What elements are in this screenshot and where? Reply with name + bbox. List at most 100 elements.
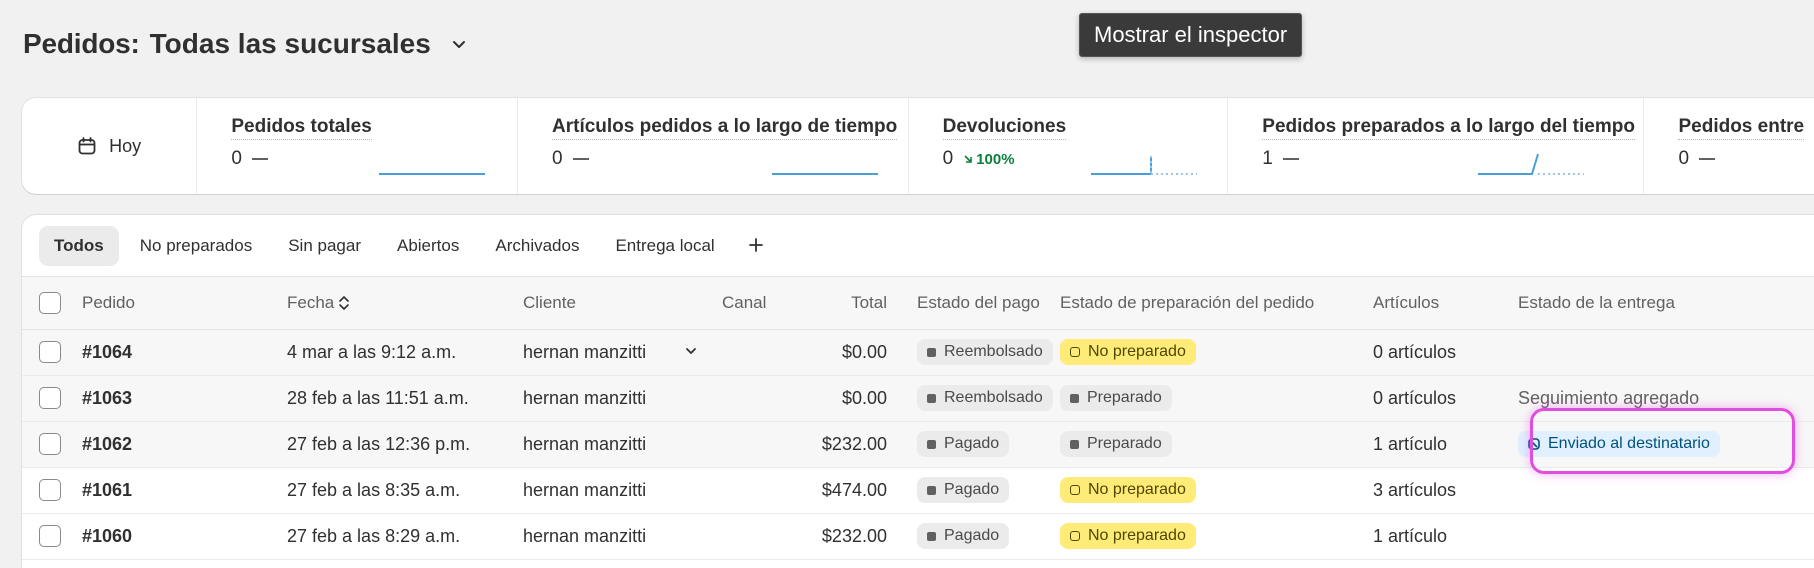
customer-name: hernan manzitti bbox=[523, 513, 722, 560]
metric-delivered-orders[interactable]: Pedidos entre 0 bbox=[1644, 98, 1814, 194]
column-header-delivery: Estado de la entrega bbox=[1518, 277, 1814, 330]
dash-icon bbox=[1282, 158, 1299, 160]
tab-local-delivery[interactable]: Entrega local bbox=[600, 226, 729, 266]
arrow-down-right-icon bbox=[964, 155, 972, 163]
date-range-label: Hoy bbox=[109, 135, 142, 156]
sort-icon bbox=[339, 295, 350, 310]
column-header-fulfillment: Estado de preparación del pedido bbox=[1060, 277, 1373, 330]
delivery-status bbox=[1518, 467, 1814, 514]
row-checkbox[interactable] bbox=[39, 479, 61, 502]
customer-name: hernan manzitti bbox=[523, 467, 722, 514]
payment-status-badge: Reembolsado bbox=[917, 339, 1053, 365]
item-count: 1 artículo bbox=[1373, 421, 1518, 468]
order-number[interactable]: #1063 bbox=[82, 375, 287, 422]
metric-label: Pedidos totales bbox=[231, 116, 372, 140]
order-total: $0.00 bbox=[782, 375, 887, 422]
page-header: Pedidos: Todas las sucursales bbox=[23, 28, 471, 60]
tab-all[interactable]: Todos bbox=[39, 225, 119, 266]
customer-name: hernan manzitti bbox=[523, 375, 722, 422]
payment-status-badge: Pagado bbox=[917, 477, 1010, 503]
metric-returns[interactable]: Devoluciones 0 100% bbox=[909, 98, 1229, 194]
inspector-tooltip: Mostrar el inspector bbox=[1079, 13, 1303, 57]
sparkline bbox=[1090, 156, 1197, 175]
order-total: $232.00 bbox=[782, 513, 887, 560]
orders-page: Pedidos: Todas las sucursales Mostrar el… bbox=[0, 0, 1814, 568]
column-header-total: Total bbox=[782, 277, 887, 330]
fulfillment-status-badge: No preparado bbox=[1060, 477, 1196, 503]
dash-icon bbox=[1699, 158, 1716, 160]
order-number[interactable]: #1061 bbox=[82, 467, 287, 514]
table-row[interactable]: #1064 4 mar a las 9:12 a.m. hernan manzi… bbox=[22, 329, 1814, 376]
order-channel bbox=[722, 375, 782, 422]
tab-open[interactable]: Abiertos bbox=[382, 226, 474, 266]
calendar-icon bbox=[78, 137, 96, 155]
delivery-status bbox=[1518, 329, 1814, 376]
metric-label: Pedidos entre bbox=[1678, 116, 1805, 140]
select-all-checkbox[interactable] bbox=[39, 291, 61, 314]
sparkline bbox=[772, 173, 878, 175]
metric-value: 1 bbox=[1262, 148, 1273, 169]
chevron-down-icon[interactable] bbox=[447, 32, 471, 56]
order-number[interactable]: #1064 bbox=[82, 329, 287, 376]
order-number[interactable]: #1062 bbox=[82, 421, 287, 468]
order-date: 27 feb a las 8:29 a.m. bbox=[287, 513, 523, 560]
metric-fulfilled-orders[interactable]: Pedidos preparados a lo largo del tiempo… bbox=[1228, 98, 1645, 194]
table-row[interactable]: #1062 27 feb a las 12:36 p.m. hernan man… bbox=[22, 421, 1814, 468]
date-range-button[interactable]: Hoy bbox=[22, 98, 198, 194]
order-total: $474.00 bbox=[782, 467, 887, 514]
item-count: 0 artículos bbox=[1373, 375, 1518, 422]
tab-unfulfilled[interactable]: No preparados bbox=[125, 226, 267, 266]
metric-value: 0 bbox=[1678, 148, 1690, 169]
payment-status-badge: Pagado bbox=[917, 523, 1010, 549]
delivery-status-badge: Enviado al destinatario bbox=[1518, 431, 1720, 457]
item-count: 1 artículo bbox=[1373, 513, 1518, 560]
row-checkbox[interactable] bbox=[39, 525, 61, 548]
payment-status-badge: Reembolsado bbox=[917, 385, 1053, 411]
column-header-customer: Cliente bbox=[523, 277, 722, 330]
metric-value: 0 bbox=[942, 148, 954, 169]
fulfillment-status-badge: No preparado bbox=[1060, 339, 1196, 365]
sparkline bbox=[1478, 153, 1585, 175]
page-title: Pedidos: bbox=[23, 28, 140, 59]
delivered-icon bbox=[1528, 438, 1540, 450]
order-total: $232.00 bbox=[782, 421, 887, 468]
view-tabs: Todos No preparados Sin pagar Abiertos A… bbox=[22, 215, 1814, 277]
row-checkbox[interactable] bbox=[39, 341, 61, 364]
delivery-status bbox=[1518, 513, 1814, 560]
dash-icon bbox=[251, 158, 268, 160]
metric-total-orders[interactable]: Pedidos totales 0 bbox=[197, 98, 518, 194]
location-selector-label[interactable]: Todas las sucursales bbox=[150, 28, 431, 60]
dash-icon bbox=[572, 158, 589, 160]
table-row[interactable]: #1060 27 feb a las 8:29 a.m. hernan manz… bbox=[22, 513, 1814, 560]
order-date: 27 feb a las 12:36 p.m. bbox=[287, 421, 523, 468]
row-checkbox[interactable] bbox=[39, 387, 61, 410]
table-row[interactable]: #1061 27 feb a las 8:35 a.m. hernan manz… bbox=[22, 467, 1814, 514]
customer-name: hernan manzitti bbox=[523, 341, 647, 362]
chevron-down-icon[interactable] bbox=[684, 342, 698, 363]
table-row[interactable]: #1063 28 feb a las 11:51 a.m. hernan man… bbox=[22, 375, 1814, 422]
order-channel bbox=[722, 513, 782, 560]
delivery-status: Seguimiento agregado bbox=[1518, 375, 1814, 422]
payment-status-badge: Pagado bbox=[917, 431, 1010, 457]
metric-label: Devoluciones bbox=[942, 116, 1067, 140]
column-header-channel: Canal bbox=[722, 277, 782, 330]
row-checkbox[interactable] bbox=[39, 433, 61, 456]
order-channel bbox=[722, 329, 782, 376]
fulfillment-status-badge: Preparado bbox=[1060, 431, 1172, 457]
add-view-button[interactable] bbox=[736, 228, 776, 264]
item-count: 3 artículos bbox=[1373, 467, 1518, 514]
tab-unpaid[interactable]: Sin pagar bbox=[273, 226, 376, 266]
change-indicator: 100% bbox=[963, 151, 1015, 168]
order-number[interactable]: #1060 bbox=[82, 513, 287, 560]
order-date: 28 feb a las 11:51 a.m. bbox=[287, 375, 523, 422]
table-header-row: Pedido Fecha Cliente Canal Total Estado … bbox=[22, 277, 1814, 330]
metric-items-ordered[interactable]: Artículos pedidos a lo largo de tiempo 0 bbox=[518, 98, 909, 194]
metric-label: Pedidos preparados a lo largo del tiempo bbox=[1262, 116, 1635, 140]
order-channel bbox=[722, 421, 782, 468]
tab-archived[interactable]: Archivados bbox=[480, 226, 594, 266]
column-header-order: Pedido bbox=[82, 277, 287, 330]
fulfillment-status-badge: No preparado bbox=[1060, 523, 1196, 549]
metric-value: 0 bbox=[552, 148, 563, 169]
customer-name: hernan manzitti bbox=[523, 421, 722, 468]
column-header-date[interactable]: Fecha bbox=[287, 277, 523, 330]
